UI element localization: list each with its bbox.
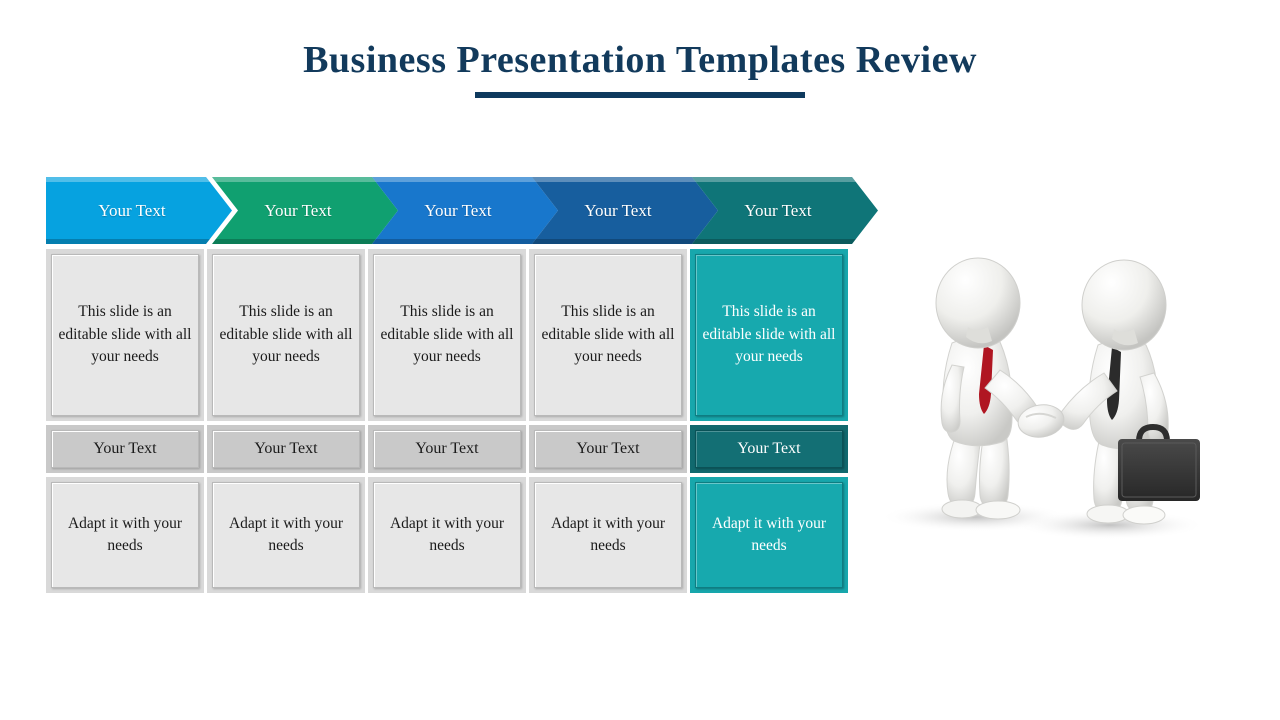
- label-cell-4[interactable]: Your Text: [529, 425, 687, 473]
- adapt-cell-2[interactable]: Adapt it with your needs: [207, 477, 365, 593]
- adapt-cell-5-text: Adapt it with your needs: [695, 482, 843, 588]
- description-cell-3-text: This slide is an editable slide with all…: [373, 254, 521, 416]
- content-grid: This slide is an editable slide with all…: [46, 249, 849, 593]
- label-cell-5-text: Your Text: [695, 430, 843, 468]
- process-arrow-row: Your Text Your Text Your Text Your Text …: [46, 177, 876, 244]
- adapt-cell-3[interactable]: Adapt it with your needs: [368, 477, 526, 593]
- page-title: Business Presentation Templates Review: [303, 39, 977, 81]
- description-cell-4[interactable]: This slide is an editable slide with all…: [529, 249, 687, 421]
- description-cell-5-text: This slide is an editable slide with all…: [695, 254, 843, 416]
- process-arrow-2[interactable]: Your Text: [212, 177, 398, 244]
- label-cell-4-text: Your Text: [534, 430, 682, 468]
- right-figure-front-shoe: [1122, 505, 1166, 525]
- grid-column-3: This slide is an editable slide with all…: [368, 249, 526, 593]
- label-cell-5[interactable]: Your Text: [690, 425, 848, 473]
- grid-column-4: This slide is an editable slide with all…: [529, 249, 687, 593]
- description-cell-1-text: This slide is an editable slide with all…: [51, 254, 199, 416]
- description-cell-1[interactable]: This slide is an editable slide with all…: [46, 249, 204, 421]
- label-cell-2[interactable]: Your Text: [207, 425, 365, 473]
- process-arrow-4[interactable]: Your Text: [532, 177, 718, 244]
- description-cell-5[interactable]: This slide is an editable slide with all…: [690, 249, 848, 421]
- adapt-cell-5[interactable]: Adapt it with your needs: [690, 477, 848, 593]
- description-cell-4-text: This slide is an editable slide with all…: [534, 254, 682, 416]
- process-arrow-3-label: Your Text: [424, 200, 492, 220]
- grid-column-1: This slide is an editable slide with all…: [46, 249, 204, 593]
- right-figure: [1059, 259, 1200, 525]
- adapt-cell-1-text: Adapt it with your needs: [51, 482, 199, 588]
- title-underline-bar: [475, 92, 805, 98]
- left-figure-front-shoe: [975, 500, 1021, 520]
- process-arrow-4-label: Your Text: [584, 200, 652, 220]
- description-cell-2-text: This slide is an editable slide with all…: [212, 254, 360, 416]
- description-cell-3[interactable]: This slide is an editable slide with all…: [368, 249, 526, 421]
- adapt-cell-4[interactable]: Adapt it with your needs: [529, 477, 687, 593]
- label-cell-3-text: Your Text: [373, 430, 521, 468]
- process-arrow-3[interactable]: Your Text: [372, 177, 558, 244]
- adapt-cell-2-text: Adapt it with your needs: [212, 482, 360, 588]
- handshake-figures-illustration: [860, 225, 1220, 575]
- description-cell-2[interactable]: This slide is an editable slide with all…: [207, 249, 365, 421]
- adapt-cell-1[interactable]: Adapt it with your needs: [46, 477, 204, 593]
- label-cell-3[interactable]: Your Text: [368, 425, 526, 473]
- label-cell-1[interactable]: Your Text: [46, 425, 204, 473]
- label-cell-2-text: Your Text: [212, 430, 360, 468]
- grid-column-2: This slide is an editable slide with all…: [207, 249, 365, 593]
- process-arrow-1-label: Your Text: [98, 200, 166, 220]
- process-arrow-5-label: Your Text: [744, 200, 812, 220]
- grid-column-5-highlighted: This slide is an editable slide with all…: [690, 249, 848, 593]
- process-arrow-5[interactable]: Your Text: [692, 177, 878, 244]
- process-arrow-2-label: Your Text: [264, 200, 332, 220]
- adapt-cell-4-text: Adapt it with your needs: [534, 482, 682, 588]
- adapt-cell-3-text: Adapt it with your needs: [373, 482, 521, 588]
- left-figure: [935, 257, 1041, 520]
- label-cell-1-text: Your Text: [51, 430, 199, 468]
- briefcase: [1118, 439, 1200, 501]
- process-arrow-1[interactable]: Your Text: [46, 177, 232, 244]
- handshake-figures-svg: [880, 257, 1205, 540]
